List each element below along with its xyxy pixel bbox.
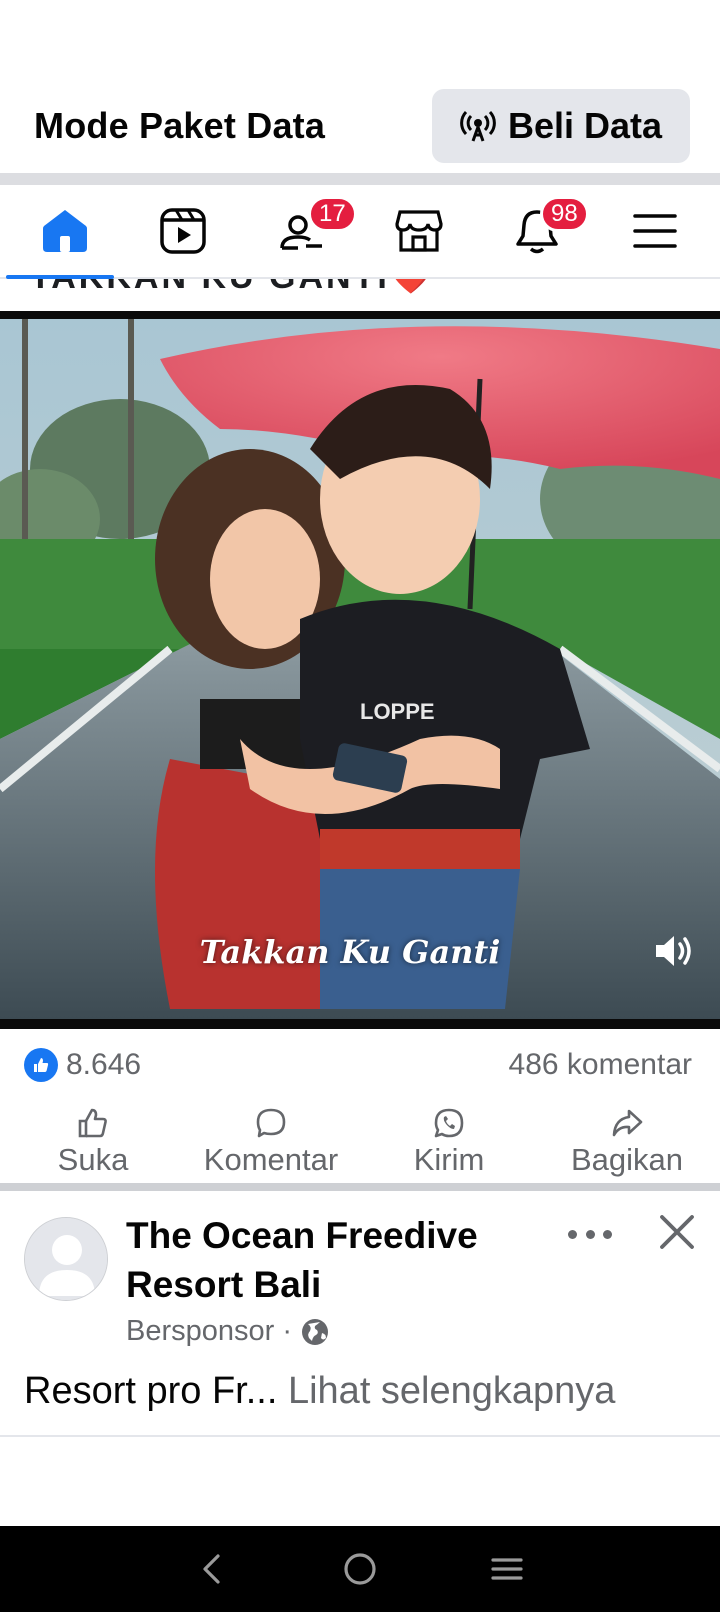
reaction-count: 8.646 [66,1048,142,1081]
tab-menu[interactable] [600,184,710,278]
post-divider [0,1183,720,1191]
post-text-preview: Resort pro Fr... [24,1370,278,1412]
home-icon [43,210,87,252]
like-reaction-icon [24,1048,58,1082]
post-meta: The Ocean Freedive Resort Bali Bersponso… [126,1211,526,1361]
page-avatar[interactable] [24,1217,108,1301]
sponsored-info: Bersponsor · [126,1315,526,1348]
heart-emoji: ❤️ [390,279,432,296]
close-icon[interactable] [656,1211,698,1253]
back-icon[interactable] [194,1550,232,1588]
system-navigation-bar [0,1526,720,1612]
share-button[interactable]: Bagikan [542,1106,712,1178]
divider-light [0,1435,720,1437]
friends-badge: 17 [308,196,357,232]
comment-bubble-icon [256,1108,286,1138]
tab-video[interactable] [128,184,238,278]
buy-data-label: Beli Data [507,105,663,146]
page-name[interactable]: The Ocean Freedive Resort Bali [126,1211,526,1309]
like-label: Suka [57,1142,129,1177]
send-whatsapp-button[interactable]: Kirim [364,1106,534,1178]
tab-notifications[interactable]: 98 [482,184,592,278]
video-icon [160,208,206,254]
more-options-button[interactable] [568,1219,612,1249]
status-bar [0,0,720,80]
tab-friends[interactable]: 17 [246,184,357,278]
svg-text:LOPPE: LOPPE [360,699,435,724]
notifications-badge: 98 [540,196,589,232]
send-label: Kirim [413,1142,485,1177]
share-arrow-icon [612,1109,643,1137]
menu-icon [633,214,677,248]
post-actions: Suka Komentar Kirim Bagikan [0,1101,720,1183]
buy-data-button[interactable]: Beli Data [432,89,690,163]
sponsored-label: Bersponsor [126,1315,275,1347]
comment-label: Komentar [203,1142,339,1177]
comment-count[interactable]: 486 komentar [509,1048,692,1082]
data-mode-bar: Mode Paket Data Beli Data [0,80,720,172]
reaction-summary: 8.646 486 komentar [0,1029,720,1101]
likes-summary[interactable]: 8.646 [24,1048,141,1082]
share-label: Bagikan [570,1142,684,1177]
post-caption-text: TAKKAN KU GANTI [30,279,390,296]
broadcast-icon [460,110,496,142]
comment-button[interactable]: Komentar [186,1106,356,1178]
tab-home[interactable] [10,184,120,278]
video-frame-illustration: LOPPE [0,319,720,1019]
post-caption-clipped: TAKKAN KU GANTI❤️ [0,279,720,311]
home-circle-icon[interactable] [341,1550,379,1588]
recents-icon[interactable] [488,1550,526,1588]
sponsored-post-text: Resort pro Fr... Lihat selengkapnya [0,1361,720,1421]
volume-icon[interactable] [650,927,698,975]
data-mode-title: Mode Paket Data [34,105,326,146]
globe-icon [301,1318,328,1345]
thumbs-up-icon [78,1108,107,1138]
video-overlay-caption: Takkan Ku Ganti [199,933,501,971]
sponsored-post-header: The Ocean Freedive Resort Bali Bersponso… [0,1191,720,1361]
store-icon [395,210,443,252]
see-more-link[interactable]: Lihat selengkapnya [288,1370,615,1412]
facebook-feed-screen: Mode Paket Data Beli Data 17 98 LOPPE Ta… [0,0,720,1612]
top-nav-bar: 17 98 [0,185,720,279]
tab-marketplace[interactable] [364,184,474,278]
like-button[interactable]: Suka [8,1106,178,1178]
post-video[interactable]: LOPPE Takkan Ku Ganti [0,311,720,1029]
whatsapp-icon [434,1108,464,1138]
meta-separator: · [282,1315,292,1347]
